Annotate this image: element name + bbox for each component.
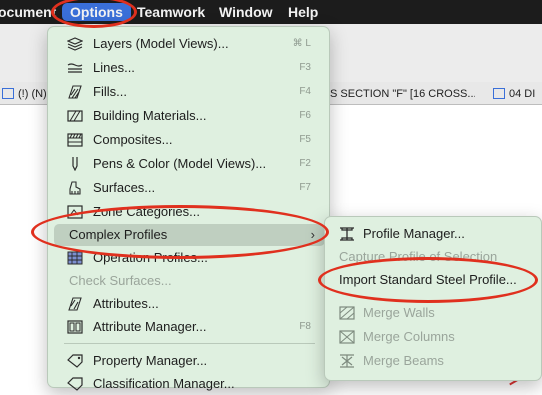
complex-profiles-submenu: Profile Manager... Capture Profile of Se…: [324, 216, 542, 381]
submenu-item-capture-profile[interactable]: Capture Profile of Selection: [331, 246, 537, 268]
menu-item-composites[interactable]: Composites... F5: [54, 129, 325, 151]
menu-separator: [64, 343, 315, 344]
property-manager-icon: [67, 354, 83, 368]
menu-bar: ocument Options Teamwork Window Help: [0, 0, 542, 24]
menu-document[interactable]: ocument: [0, 4, 56, 20]
tab-left[interactable]: (!) (N): [2, 85, 47, 103]
attribute-manager-icon: [67, 320, 83, 334]
submenu-item-merge-beams[interactable]: Merge Beams: [331, 350, 537, 372]
menu-item-pens-color[interactable]: Pens & Color (Model Views)... F2: [54, 153, 325, 175]
merge-beams-icon: [339, 354, 355, 368]
menu-item-attributes[interactable]: Attributes...: [54, 293, 325, 315]
surfaces-icon: [67, 181, 83, 195]
tab-detail[interactable]: 04 DI: [493, 85, 542, 103]
menu-item-complex-profiles[interactable]: Complex Profiles ›: [54, 224, 325, 246]
profile-manager-icon: [339, 227, 355, 241]
submenu-item-profile-manager[interactable]: Profile Manager...: [331, 223, 537, 245]
composites-icon: [67, 133, 83, 147]
menu-teamwork[interactable]: Teamwork: [137, 4, 205, 20]
zone-icon: [67, 205, 83, 219]
submenu-item-import-steel-profile[interactable]: Import Standard Steel Profile...: [331, 269, 537, 291]
merge-walls-icon: [339, 306, 355, 320]
menu-item-check-surfaces[interactable]: Check Surfaces...: [54, 270, 325, 292]
menu-item-classification-manager[interactable]: Classification Manager...: [54, 373, 325, 395]
menu-item-fills[interactable]: Fills... F4: [54, 81, 325, 103]
pen-icon: [67, 157, 83, 171]
submenu-item-merge-columns[interactable]: Merge Columns: [331, 326, 537, 348]
menu-item-zone-categories[interactable]: Zone Categories...: [54, 201, 325, 223]
detail-icon: [493, 88, 505, 99]
menu-options[interactable]: Options: [62, 3, 131, 21]
menu-help[interactable]: Help: [288, 4, 318, 20]
menu-item-building-materials[interactable]: Building Materials... F6: [54, 105, 325, 127]
menu-item-lines[interactable]: Lines... F3: [54, 57, 325, 79]
tab-section[interactable]: S SECTION "F" [16 CROSS...: [330, 85, 475, 103]
merge-columns-icon: [339, 330, 355, 344]
options-menu: Layers (Model Views)... ⌘ L Lines... F3 …: [47, 26, 330, 391]
layers-icon: [67, 37, 83, 51]
chevron-right-icon: ›: [310, 227, 315, 242]
operation-profiles-icon: [67, 251, 83, 265]
fills-icon: [67, 85, 83, 99]
menu-item-layers[interactable]: Layers (Model Views)... ⌘ L: [54, 33, 325, 55]
menu-item-operation-profiles[interactable]: Operation Profiles...: [54, 247, 325, 269]
building-materials-icon: [67, 109, 83, 123]
menu-window[interactable]: Window: [219, 4, 273, 20]
house-icon: [2, 88, 14, 99]
submenu-item-merge-walls[interactable]: Merge Walls: [331, 302, 537, 324]
menu-item-surfaces[interactable]: Surfaces... F7: [54, 177, 325, 199]
classification-icon: [67, 377, 83, 391]
lines-icon: [67, 61, 83, 75]
menu-item-property-manager[interactable]: Property Manager...: [54, 350, 325, 372]
attributes-icon: [67, 297, 83, 311]
menu-item-attribute-manager[interactable]: Attribute Manager... F8: [54, 316, 325, 338]
